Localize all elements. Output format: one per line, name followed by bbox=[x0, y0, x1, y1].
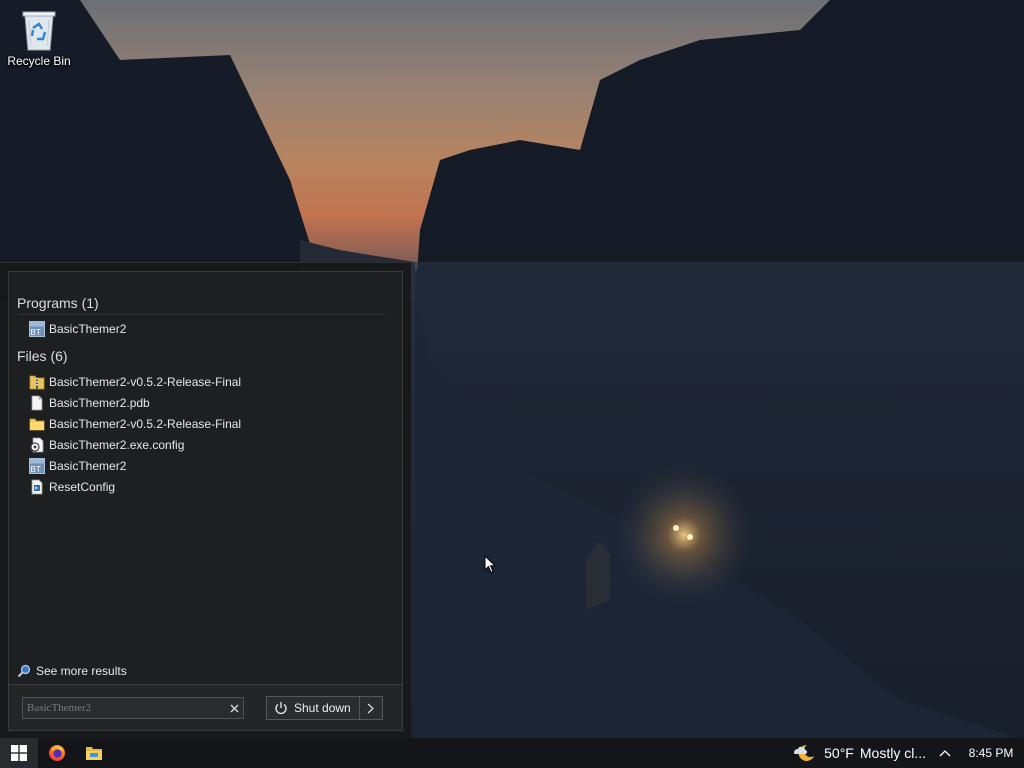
shutdown-options-button[interactable] bbox=[360, 697, 382, 719]
file-explorer-icon bbox=[86, 747, 102, 760]
taskbar-clock[interactable]: 8:45 PM bbox=[958, 746, 1024, 760]
windows-start-icon bbox=[11, 745, 27, 761]
result-item-release-folder[interactable]: BasicThemer2-v0.5.2-Release-Final bbox=[29, 414, 241, 434]
shutdown-label: Shut down bbox=[294, 701, 351, 715]
app-icon: BT bbox=[29, 458, 45, 474]
app-icon: BT bbox=[29, 321, 45, 337]
firefox-taskbar-button[interactable] bbox=[38, 738, 76, 768]
result-label: BasicThemer2 bbox=[49, 459, 127, 473]
weather-temperature: 50°F bbox=[824, 745, 854, 761]
close-icon bbox=[229, 703, 239, 713]
recycle-bin-label: Recycle Bin bbox=[7, 54, 71, 68]
taskbar: 50°F Mostly cl... 8:45 PM bbox=[0, 738, 1024, 768]
start-menu: Programs (1) BT BasicThemer2 Files (6) B… bbox=[0, 262, 411, 738]
chevron-right-icon bbox=[367, 703, 375, 713]
shutdown-button[interactable]: Shut down bbox=[267, 697, 360, 719]
result-item-resetconfig[interactable]: ResetConfig bbox=[29, 477, 115, 497]
result-item-basicthemer2-program[interactable]: BT BasicThemer2 bbox=[29, 319, 126, 339]
file-icon bbox=[31, 395, 43, 411]
file-explorer-taskbar-button[interactable] bbox=[75, 738, 113, 768]
power-icon bbox=[275, 702, 287, 715]
recycle-bin-desktop-icon[interactable]: Recycle Bin bbox=[4, 6, 74, 76]
firefox-icon bbox=[49, 745, 65, 761]
weather-condition: Mostly cl... bbox=[859, 745, 926, 761]
show-hidden-icons-button[interactable] bbox=[932, 738, 958, 768]
result-label: BasicThemer2-v0.5.2-Release-Final bbox=[49, 417, 242, 431]
search-results-panel: Programs (1) BT BasicThemer2 Files (6) B… bbox=[8, 271, 403, 685]
shutdown-button-group: Shut down bbox=[266, 696, 383, 720]
chevron-up-icon bbox=[939, 750, 951, 757]
result-item-exe-config[interactable]: BasicThemer2.exe.config bbox=[29, 435, 184, 455]
programs-group-header: Programs (1) bbox=[17, 295, 387, 315]
result-label: BasicThemer2-v0.5.2-Release-Final bbox=[49, 375, 242, 389]
folder-icon bbox=[29, 418, 45, 431]
result-label: BasicThemer2.exe.config bbox=[49, 438, 185, 452]
see-more-label: See more results bbox=[36, 664, 127, 678]
see-more-results-link[interactable]: See more results bbox=[17, 664, 127, 678]
svg-text:BT: BT bbox=[31, 465, 41, 474]
search-icon bbox=[17, 664, 31, 678]
files-group-header: Files (6) bbox=[17, 348, 68, 364]
result-label: BasicThemer2.pdb bbox=[49, 396, 150, 410]
result-label: BasicThemer2 bbox=[49, 322, 127, 336]
result-label: ResetConfig bbox=[49, 480, 116, 494]
mouse-cursor-icon bbox=[484, 555, 496, 574]
zip-folder-icon bbox=[29, 375, 45, 390]
start-button[interactable] bbox=[0, 738, 38, 768]
config-file-icon bbox=[30, 437, 44, 453]
svg-text:BT: BT bbox=[31, 328, 41, 337]
search-input[interactable] bbox=[23, 698, 225, 718]
result-item-pdb-file[interactable]: BasicThemer2.pdb bbox=[29, 393, 150, 413]
start-menu-bottom-bar: Shut down bbox=[8, 685, 403, 731]
result-item-release-zip[interactable]: BasicThemer2-v0.5.2-Release-Final bbox=[29, 372, 241, 392]
script-file-icon bbox=[31, 479, 43, 495]
result-item-basicthemer2-file[interactable]: BT BasicThemer2 bbox=[29, 456, 126, 476]
recycle-bin-icon bbox=[22, 11, 56, 51]
weather-widget[interactable]: 50°F Mostly cl... bbox=[792, 738, 932, 768]
moon-cloud-icon bbox=[794, 744, 815, 761]
system-tray: 50°F Mostly cl... 8:45 PM bbox=[792, 738, 1024, 768]
search-box bbox=[22, 697, 244, 719]
search-clear-button[interactable] bbox=[225, 698, 243, 718]
